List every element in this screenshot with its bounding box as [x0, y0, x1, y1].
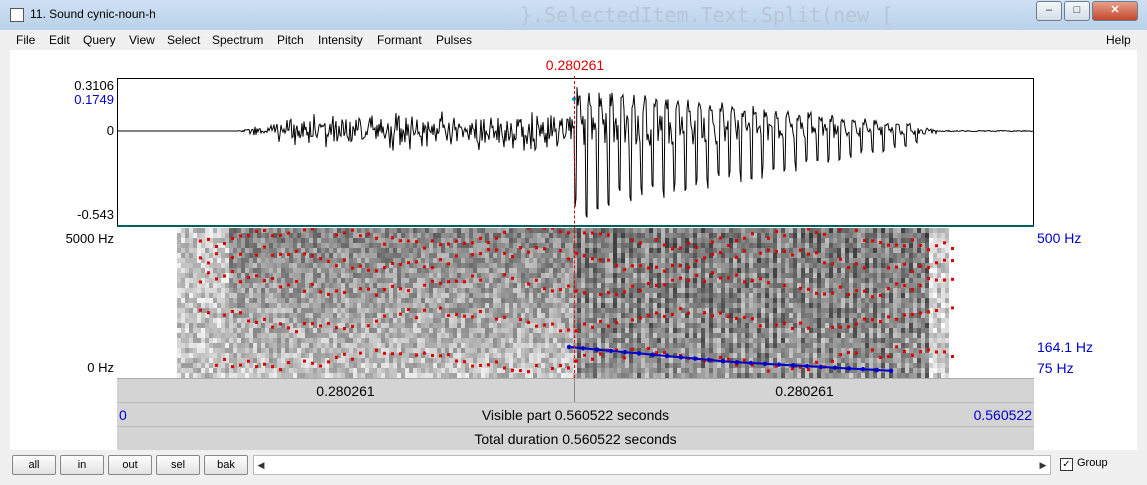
- total-duration-label: Total duration 0.560522 seconds: [474, 431, 677, 447]
- zoom-back-button[interactable]: bak: [204, 455, 248, 475]
- waveform-panel[interactable]: [117, 78, 1034, 227]
- maximize-button[interactable]: □: [1064, 1, 1090, 21]
- visible-part-bar[interactable]: Visible part 0.560522 seconds 0 0.560522: [117, 402, 1034, 427]
- app-icon[interactable]: [10, 8, 24, 22]
- bottom-toolbar: all in out sel bak ◀ ▶ ✓ Group: [0, 450, 1147, 485]
- menu-pulses[interactable]: Pulses: [436, 33, 472, 47]
- background-window-text: }.SelectedItem.Text.Split(new [: [520, 3, 894, 27]
- pitch-bottom-label: 75 Hz: [1037, 360, 1074, 376]
- minimize-button[interactable]: –: [1036, 1, 1062, 21]
- menu-pitch[interactable]: Pitch: [277, 33, 304, 47]
- group-label: Group: [1077, 457, 1108, 469]
- menu-formant[interactable]: Formant: [377, 33, 422, 47]
- selection-time-bar[interactable]: 0.280261 0.280261: [117, 378, 1034, 403]
- right-segment-duration[interactable]: 0.280261: [575, 379, 1034, 403]
- wave-cursor-value: 0.1749: [74, 92, 114, 107]
- menu-help[interactable]: Help: [1106, 33, 1131, 47]
- menu-select[interactable]: Select: [167, 33, 200, 47]
- menu-view[interactable]: View: [129, 33, 155, 47]
- wave-zero-label: 0: [106, 123, 114, 138]
- visible-end-time: 0.560522: [973, 407, 1032, 423]
- spec-top-freq: 5000 Hz: [65, 231, 114, 246]
- visible-part-label: Visible part 0.560522 seconds: [481, 407, 670, 423]
- cursor-time-label: 0.280261: [545, 57, 605, 73]
- zoom-in-button[interactable]: in: [60, 455, 104, 475]
- horizontal-scrollbar[interactable]: ◀ ▶: [253, 455, 1051, 475]
- menu-edit[interactable]: Edit: [49, 33, 70, 47]
- zoom-selection-button[interactable]: sel: [156, 455, 200, 475]
- pitch-value-label: 164.1 Hz: [1037, 339, 1094, 355]
- group-checkbox[interactable]: ✓: [1060, 458, 1073, 471]
- scroll-right-icon[interactable]: ▶: [1036, 456, 1050, 474]
- spectrogram-plot: [177, 228, 954, 378]
- pitch-top-label: 500 Hz: [1037, 230, 1082, 246]
- zoom-out-button[interactable]: out: [108, 455, 152, 475]
- total-duration-bar[interactable]: Total duration 0.560522 seconds: [117, 426, 1034, 451]
- scroll-left-icon[interactable]: ◀: [254, 456, 268, 474]
- spec-bottom-freq: 0 Hz: [87, 360, 114, 375]
- visible-start-time: 0: [119, 407, 127, 423]
- window-title: 11. Sound cynic-noun-h: [30, 7, 156, 21]
- waveform-trace: [118, 87, 1033, 218]
- zoom-all-button[interactable]: all: [12, 455, 56, 475]
- wave-max-label: 0.3106: [74, 78, 114, 93]
- waveform-bottom-border: [117, 225, 1034, 227]
- title-bar: 11. Sound cynic-noun-h }.SelectedItem.Te…: [0, 0, 1147, 31]
- wave-min-label: -0.543: [77, 207, 114, 222]
- menu-file[interactable]: File: [16, 33, 35, 47]
- close-button[interactable]: ✕: [1092, 1, 1138, 21]
- menu-bar: File Edit Query View Select Spectrum Pit…: [0, 30, 1147, 50]
- cursor-line: [574, 76, 575, 378]
- menu-query[interactable]: Query: [83, 33, 116, 47]
- menu-spectrum[interactable]: Spectrum: [212, 33, 263, 47]
- waveform-plot: [118, 87, 1033, 218]
- left-segment-duration[interactable]: 0.280261: [117, 379, 575, 403]
- spectrogram-shading: [177, 228, 949, 378]
- spectrogram-panel[interactable]: [117, 228, 1034, 378]
- menu-intensity[interactable]: Intensity: [318, 33, 363, 47]
